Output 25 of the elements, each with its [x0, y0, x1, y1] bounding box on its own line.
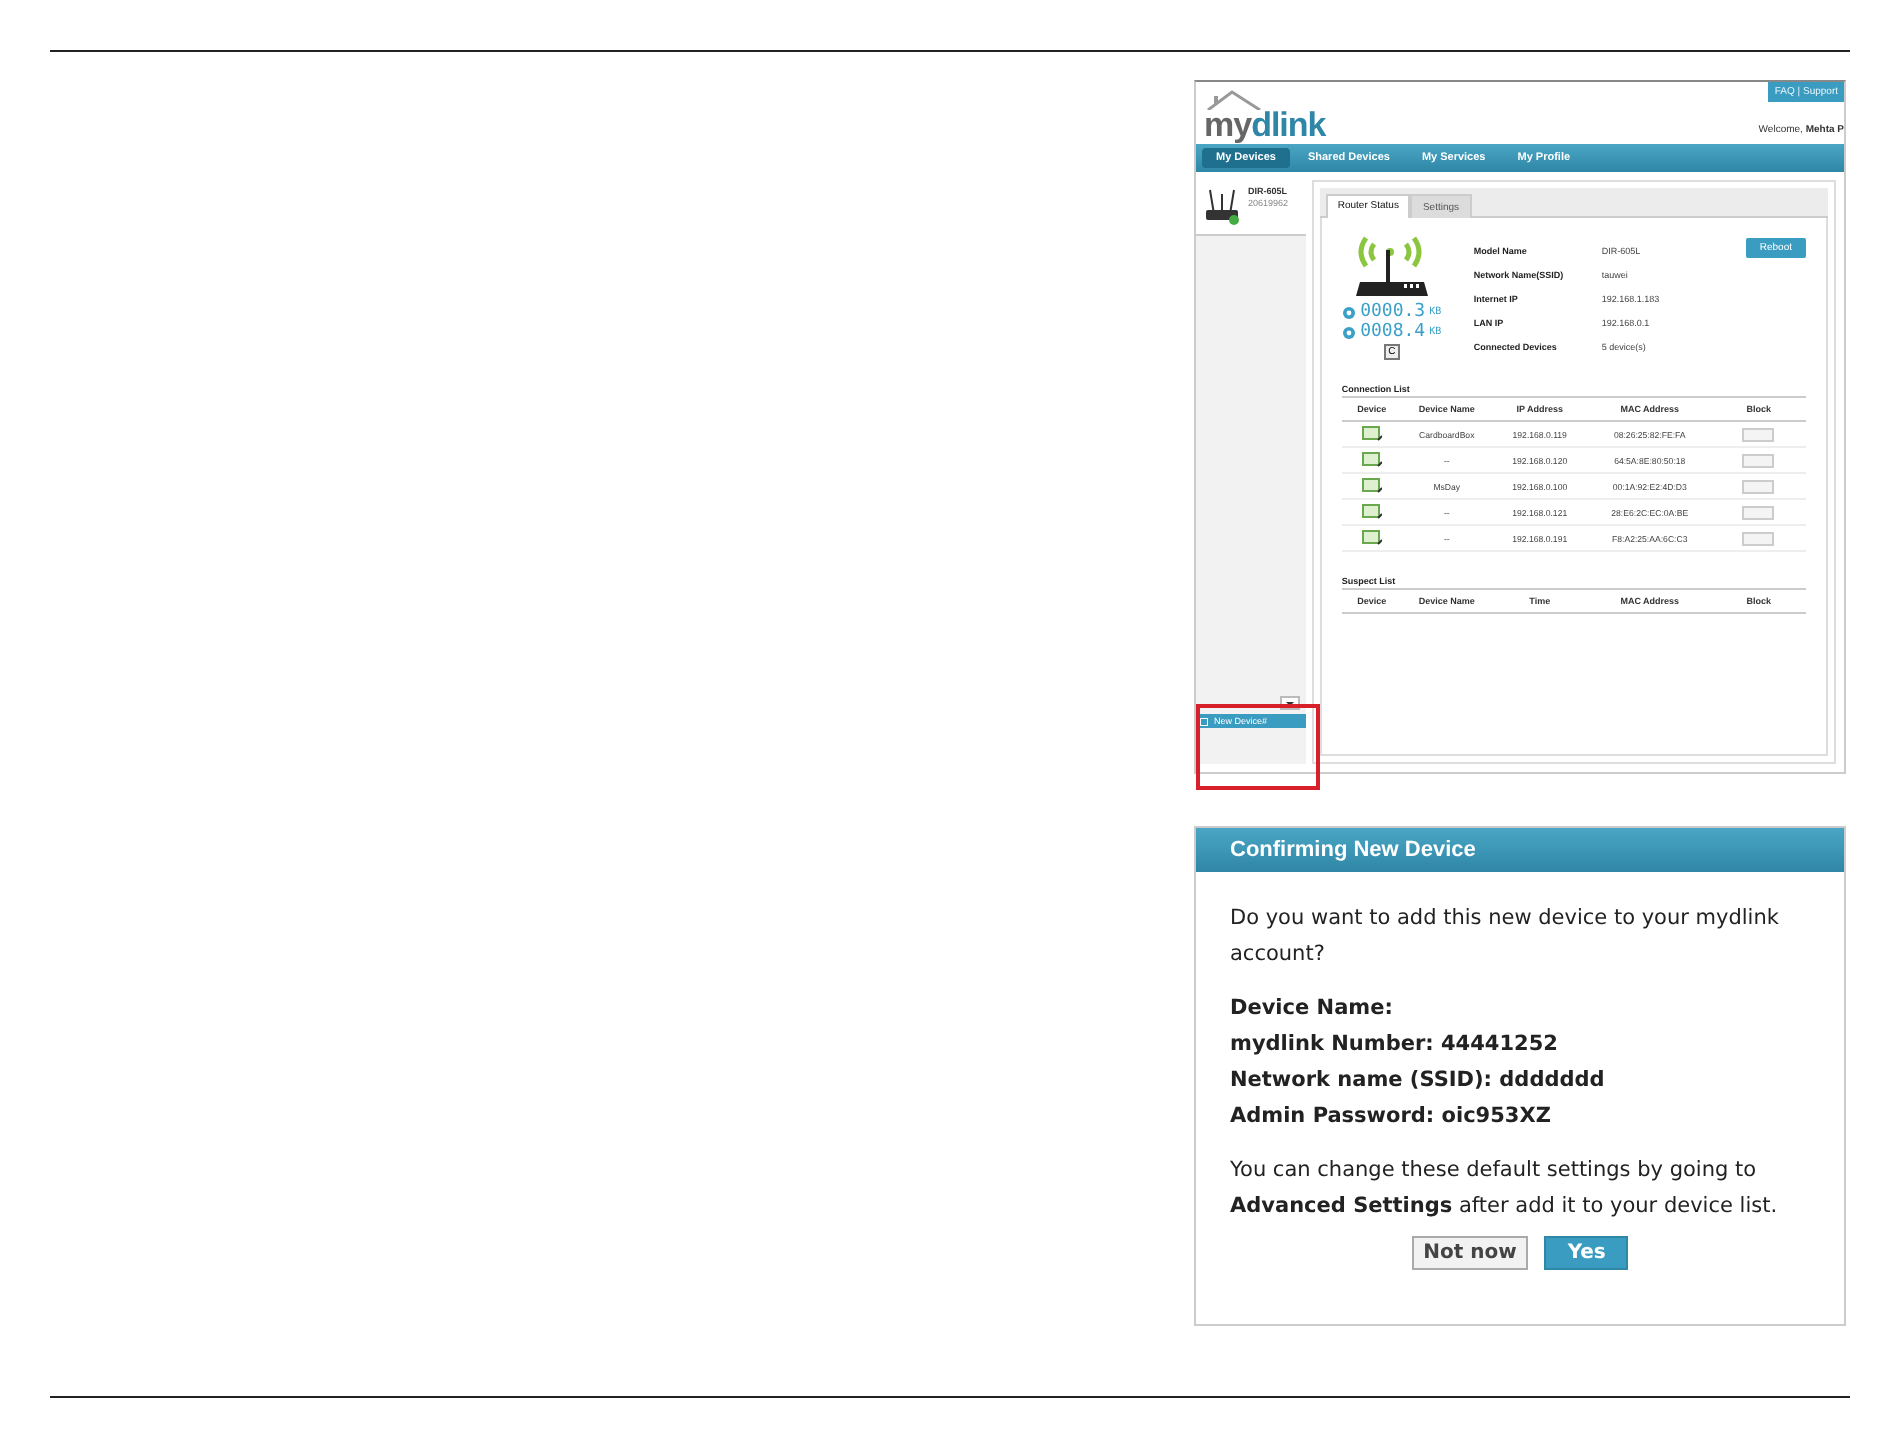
router-icon [1202, 186, 1242, 226]
dialog-question: Do you want to add this new device to your mydlink account? [1230, 904, 1781, 970]
monitor-icon [1361, 426, 1382, 442]
block-toggle[interactable] [1742, 531, 1775, 545]
block-toggle[interactable] [1742, 505, 1775, 519]
dialog-note: You can change these default settings by going to Advanced Settings after add it to your device list. [1230, 1156, 1780, 1222]
block-toggle[interactable] [1742, 479, 1775, 493]
highlight-frame [1196, 704, 1320, 790]
monitor-icon [1361, 504, 1382, 520]
detail-line: Device Name: [1230, 994, 1395, 1024]
plus-square-icon [1200, 717, 1208, 725]
dialog-button[interactable]: Not now [1411, 1236, 1529, 1270]
dialog-button[interactable]: Yes [1544, 1236, 1629, 1270]
block-toggle[interactable] [1742, 453, 1775, 467]
caret-icon [1285, 701, 1294, 705]
mydlink-logo: mydlink [1204, 110, 1326, 140]
monitor-icon [1361, 452, 1382, 468]
block-toggle[interactable] [1742, 427, 1775, 441]
house-roof-icon [1204, 90, 1264, 110]
detail-line: Network name (SSID): ddddddd [1230, 1066, 1607, 1096]
detail-line: mydlink Number: 44441252 [1230, 1030, 1560, 1060]
monitor-icon [1361, 478, 1382, 494]
monitor-icon [1361, 530, 1382, 546]
dialog-title: Confirming New Device [1196, 828, 1844, 872]
detail-line: Admin Password: oic953XZ [1230, 1102, 1553, 1132]
